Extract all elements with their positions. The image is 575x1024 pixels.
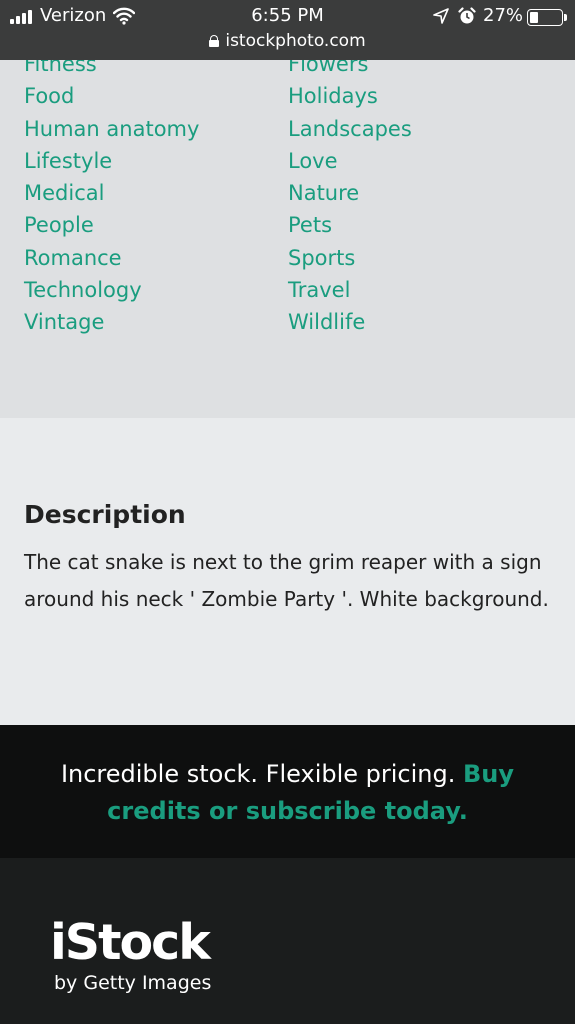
categories-section: Fitness Food Human anatomy Lifestyle Medical… (0, 60, 575, 418)
category-link[interactable]: Landscapes (288, 113, 412, 145)
footer: iStock by Getty Images (0, 858, 575, 1024)
category-link[interactable]: Holidays (288, 80, 412, 112)
battery-tip (564, 14, 567, 21)
category-link[interactable]: People (24, 209, 199, 241)
description-section: Description The cat snake is next to the… (0, 418, 575, 725)
category-link[interactable]: Medical (24, 177, 199, 209)
category-link[interactable]: Food (24, 80, 199, 112)
category-link[interactable]: Pets (288, 209, 412, 241)
category-link[interactable]: Vintage (24, 306, 199, 338)
url-text: istockphoto.com (225, 31, 366, 51)
category-link[interactable]: Sports (288, 242, 412, 274)
alarm-icon (458, 7, 476, 24)
address-bar[interactable]: istockphoto.com (0, 31, 575, 51)
category-link[interactable]: Technology (24, 274, 199, 306)
status-bar: Verizon 6:55 PM 27% istockphoto.com (0, 0, 575, 60)
promo-text: Incredible stock. Flexible pricing. (60, 760, 456, 788)
logo-tagline: by Getty Images (54, 972, 212, 994)
battery-icon (527, 9, 563, 26)
category-link[interactable]: Travel (288, 274, 412, 306)
category-link[interactable]: Love (288, 145, 412, 177)
category-link[interactable]: Romance (24, 242, 199, 274)
category-link[interactable]: Flowers (288, 60, 412, 80)
category-link[interactable]: Wildlife (288, 306, 412, 338)
category-link[interactable]: Human anatomy (24, 113, 199, 145)
battery-percent: 27% (483, 5, 524, 26)
description-text: The cat snake is next to the grim reaper… (24, 550, 549, 611)
status-row: Verizon 6:55 PM 27% (0, 4, 575, 28)
promo-text-block: Incredible stock. Flexible pricing. Buy … (20, 756, 555, 830)
istock-logo[interactable]: iStock (50, 913, 211, 973)
categories-left-column: Fitness Food Human anatomy Lifestyle Medical… (24, 60, 199, 339)
description-heading: Description (24, 500, 186, 529)
categories-right-column: Flowers Holidays Landscapes Love Nature Pets S… (288, 60, 412, 339)
lock-icon (209, 35, 220, 47)
category-link[interactable]: Fitness (24, 60, 199, 80)
battery-fill (530, 12, 538, 23)
category-link[interactable]: Nature (288, 177, 412, 209)
promo-banner: Incredible stock. Flexible pricing. Buy … (0, 725, 575, 858)
location-icon (433, 8, 449, 24)
category-link[interactable]: Lifestyle (24, 145, 199, 177)
